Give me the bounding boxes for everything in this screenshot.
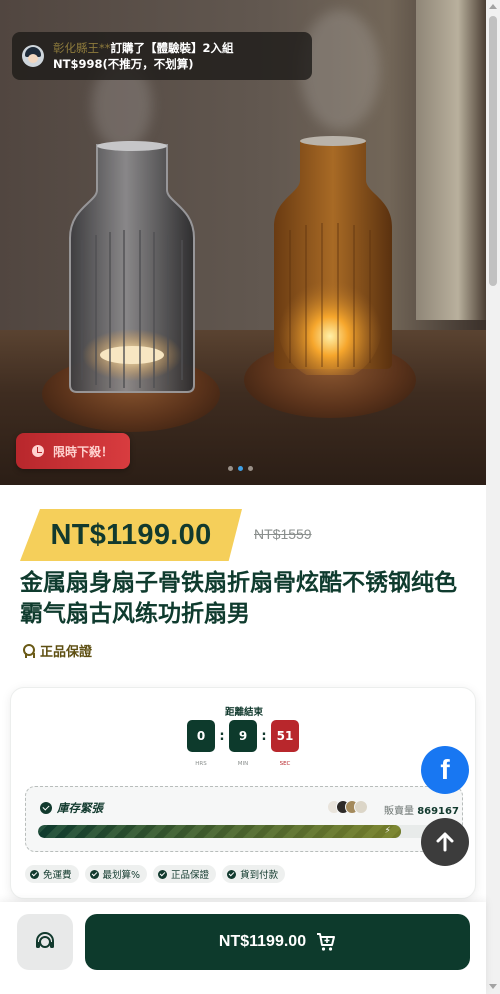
image-window: [416, 0, 486, 320]
limited-time-badge: 限時下殺！: [16, 433, 130, 469]
genuine-guarantee: 正品保證: [22, 641, 92, 660]
lightning-icon: ⚡︎: [384, 826, 391, 836]
countdown-label: 距離結束: [224, 707, 263, 718]
arrow-up-icon: [436, 832, 454, 852]
clock-icon: [32, 445, 44, 457]
facebook-button[interactable]: f: [421, 746, 469, 794]
product-title: 金属扇身扇子骨铁扇折扇骨炫酷不锈钢纯色霸气扇古风练功折扇男: [20, 570, 457, 627]
guarantee-chips: 免運費 最划算% 正品保證 貨到付款: [25, 865, 286, 883]
cart-icon: [317, 933, 336, 951]
buyer-name: 彰化縣王**: [53, 41, 111, 55]
buy-price: NT$1199.00: [218, 933, 307, 950]
stock-progress-bar: ⚡︎: [38, 825, 450, 838]
countdown-timer: 0 : 9 : 51: [187, 720, 299, 752]
back-to-top-button[interactable]: [421, 818, 469, 866]
buy-now-button[interactable]: NT$1199.00: [85, 914, 470, 970]
countdown-units: HRS MIN SEC: [187, 761, 313, 767]
check-icon: [30, 869, 39, 879]
scroll-up-arrow-icon[interactable]: [489, 4, 497, 9]
promotion-card: 距離結束 0 : 9 : 51 HRS MIN SEC 庫存緊張 販賣量 869…: [10, 687, 476, 899]
lamp-glass-right: [274, 136, 392, 375]
carousel-dots: [228, 466, 253, 471]
sold-label: 販賣量: [384, 806, 414, 817]
check-icon: [227, 869, 237, 879]
countdown-separator: :: [219, 728, 225, 744]
notice-action: 訂購了【體驗裝】2入組: [110, 41, 234, 55]
stock-panel: 庫存緊張 販賣量 869167 ⚡︎: [25, 786, 463, 852]
bottom-action-bar: NT$1199.00: [0, 902, 486, 994]
buyer-avatars: [327, 800, 368, 814]
notification-text: 彰化縣王**訂購了【體驗裝】2入組 NT$998(不推万，不划算): [53, 40, 234, 72]
countdown-hours: 0: [187, 720, 215, 752]
genuine-label: 正品保證: [40, 645, 93, 660]
limited-time-label: 限時下殺！: [53, 444, 114, 459]
sold-count: 販賣量 869167: [384, 802, 459, 817]
purchase-notification: 彰化縣王**訂購了【體驗裝】2入組 NT$998(不推万，不划算): [12, 32, 312, 80]
carousel-dot-active[interactable]: [238, 466, 243, 471]
customer-service-icon: [36, 932, 54, 948]
current-price: NT$1199.00: [50, 518, 212, 551]
carousel-dot[interactable]: [228, 466, 233, 471]
chip-best-value: 最划算%: [84, 865, 148, 883]
price-tag: NT$1199.00: [20, 509, 242, 561]
product-image[interactable]: 彰化縣王**訂購了【體驗裝】2入組 NT$998(不推万，不划算) 限時下殺！: [0, 0, 486, 485]
notice-detail: NT$998(不推万，不划算): [53, 57, 194, 71]
sold-number: 869167: [417, 806, 459, 817]
check-icon: [89, 869, 99, 879]
carousel-dot[interactable]: [248, 466, 253, 471]
avatar: [354, 800, 368, 814]
chip-free-shipping: 免運費: [25, 865, 79, 883]
original-price: NT$1559: [254, 526, 312, 542]
unit-minutes: MIN: [237, 761, 249, 767]
scrollbar-thumb[interactable]: [489, 16, 497, 286]
stock-progress-fill: [38, 825, 401, 838]
chip-genuine: 正品保證: [153, 865, 217, 883]
ribbon-icon: [22, 643, 35, 658]
scroll-down-arrow-icon[interactable]: [489, 984, 497, 989]
countdown-separator: :: [261, 728, 267, 744]
buyer-avatar: [22, 45, 44, 67]
customer-service-button[interactable]: [17, 914, 73, 970]
check-icon: [158, 869, 168, 879]
countdown-seconds: 51: [271, 720, 299, 752]
chip-cash-on-delivery: 貨到付款: [222, 865, 286, 883]
unit-hours: HRS: [195, 761, 207, 767]
lamp-glass-left: [69, 141, 195, 393]
check-icon: [40, 802, 52, 814]
image-smoke: [300, 10, 380, 130]
stock-label: 庫存緊張: [57, 801, 103, 815]
countdown-minutes: 9: [229, 720, 257, 752]
unit-seconds: SEC: [279, 761, 291, 767]
facebook-icon: f: [440, 754, 450, 785]
